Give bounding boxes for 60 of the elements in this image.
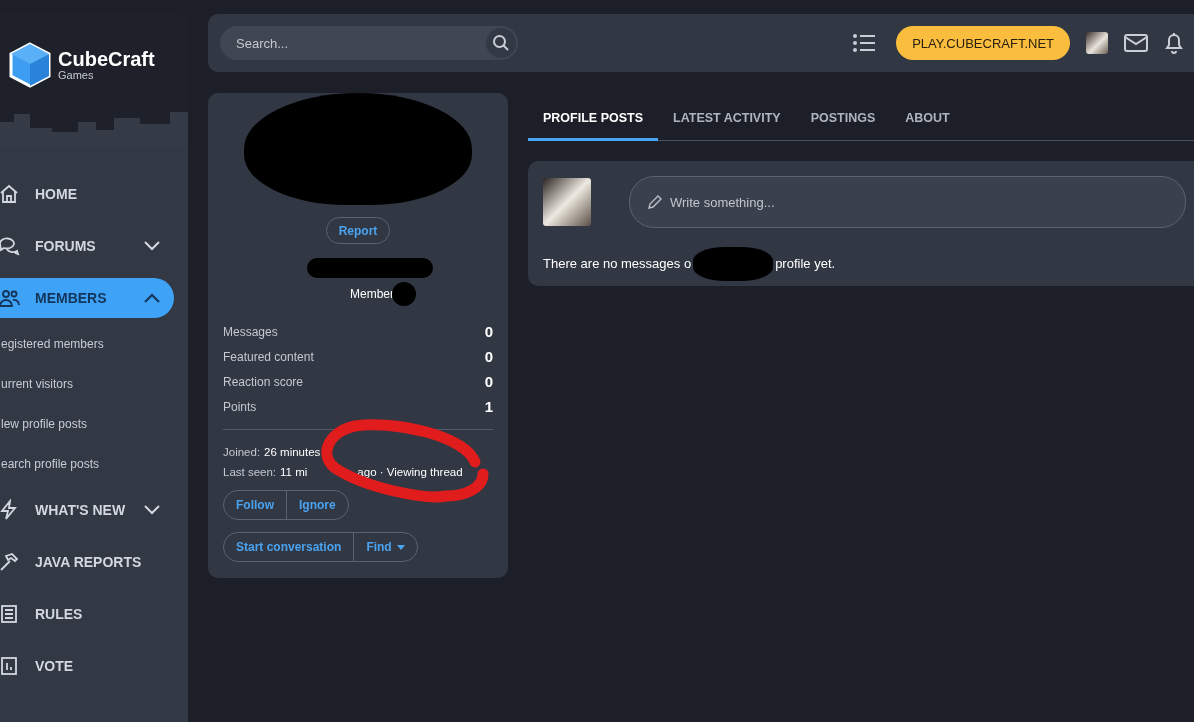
sidebar-subitem[interactable]: urrent visitors	[1, 364, 188, 404]
stat-label: Featured content	[223, 349, 314, 364]
stat-label: Reaction score	[223, 374, 304, 389]
stat-label: Messages	[223, 324, 278, 339]
list-icon[interactable]	[852, 33, 877, 53]
profile-tab[interactable]: PROFILE POSTS	[528, 99, 658, 141]
sidebar-item[interactable]: MEMBERS	[0, 278, 174, 318]
pencil-icon	[648, 195, 662, 209]
cube-logo-icon	[8, 42, 52, 88]
empty-message-end: profile yet.	[775, 256, 836, 271]
search-button[interactable]	[486, 28, 516, 58]
sidebar-subitem[interactable]: lew profile posts	[1, 404, 188, 444]
caret-icon	[396, 544, 405, 550]
profile-action-button[interactable]: Find	[353, 533, 417, 561]
empty-message: There are no messages o	[543, 256, 692, 271]
nav-icon	[0, 655, 20, 677]
sidebar-item[interactable]: FORUMS	[0, 226, 174, 266]
nav-icon	[0, 551, 20, 573]
sidebar-item[interactable]: WHAT'S NEW	[0, 490, 174, 530]
bell-icon[interactable]	[1164, 32, 1184, 54]
post-input[interactable]: Write something...	[668, 193, 1185, 211]
user-avatar	[543, 178, 591, 226]
sidebar-item[interactable]: VOTE	[0, 646, 174, 686]
last-seen-label: Last seen:	[223, 466, 277, 478]
sidebar-subitem[interactable]: egistered members	[1, 324, 188, 364]
redaction-scribble	[392, 282, 416, 306]
profile-tab[interactable]: LATEST ACTIVITY	[658, 99, 796, 141]
stat-label: Points	[223, 399, 257, 414]
nav-icon	[0, 183, 20, 205]
nav-icon	[0, 287, 20, 309]
joined-label: Joined:	[223, 446, 261, 458]
sidebar-item[interactable]: RULES	[0, 594, 174, 634]
write-something-field[interactable]: Write something...	[629, 176, 1186, 228]
user-avatar[interactable]	[1086, 32, 1108, 54]
stat-value: 0	[484, 323, 493, 340]
nav-icon	[0, 235, 20, 257]
stat-value: 1	[484, 398, 493, 415]
joined-value: 26 minutes	[264, 446, 321, 458]
nav-icon	[0, 603, 20, 625]
search-icon	[492, 34, 510, 52]
sidebar-item[interactable]: HOME	[0, 174, 174, 214]
server-address-button[interactable]: PLAY.CUBECRAFT.NET	[896, 26, 1070, 60]
nav-icon	[0, 499, 20, 521]
brand-name: CubeCraft	[58, 49, 155, 69]
search-field[interactable]: Search...	[220, 26, 518, 60]
profile-tab[interactable]: ABOUT	[890, 99, 965, 141]
profile-action-button[interactable]: Follow	[224, 491, 286, 519]
search-input[interactable]: Search...	[234, 34, 486, 52]
sidebar-subitem[interactable]: earch profile posts	[1, 444, 188, 484]
stat-value: 0	[484, 348, 493, 365]
sidebar-item[interactable]: JAVA REPORTS	[0, 542, 174, 582]
last-seen-value: 11 mi	[280, 466, 308, 478]
mail-icon[interactable]	[1124, 34, 1148, 52]
stat-value: 0	[484, 373, 493, 390]
brand-tagline: Games	[58, 70, 95, 81]
profile-action-button[interactable]: Start conversation	[224, 533, 354, 561]
member-role: Member	[350, 287, 394, 301]
profile-tab[interactable]: POSTINGS	[795, 99, 891, 141]
last-seen-activity: ago · Viewing thread	[357, 466, 463, 478]
profile-action-button[interactable]: Ignore	[286, 491, 348, 519]
